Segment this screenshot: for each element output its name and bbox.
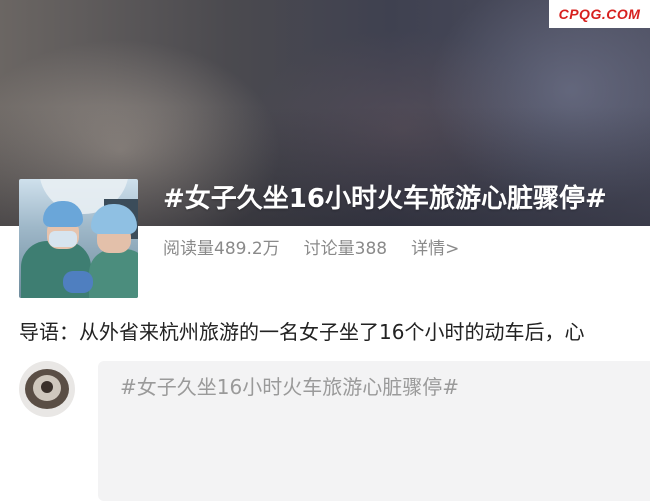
topic-stats: 阅读量489.2万 讨论量388 详情> [163, 236, 459, 262]
comment-placeholder: #女子久坐16小时火车旅游心脏骤停# [120, 375, 459, 399]
topic-cover-image[interactable] [19, 179, 138, 298]
discussion-count: 讨论量388 [303, 239, 388, 259]
topic-intro: 导语：从外省来杭州旅游的一名女子坐了16个小时的动车后，心 [19, 320, 585, 344]
details-link[interactable]: 详情> [411, 236, 459, 262]
topic-title: #女子久坐16小时火车旅游心脏骤停# [163, 184, 607, 214]
read-count: 阅读量489.2万 [163, 239, 280, 259]
user-avatar[interactable] [19, 361, 75, 417]
site-watermark: CPQG.COM [549, 0, 650, 28]
comment-input[interactable]: #女子久坐16小时火车旅游心脏骤停# [98, 361, 650, 501]
